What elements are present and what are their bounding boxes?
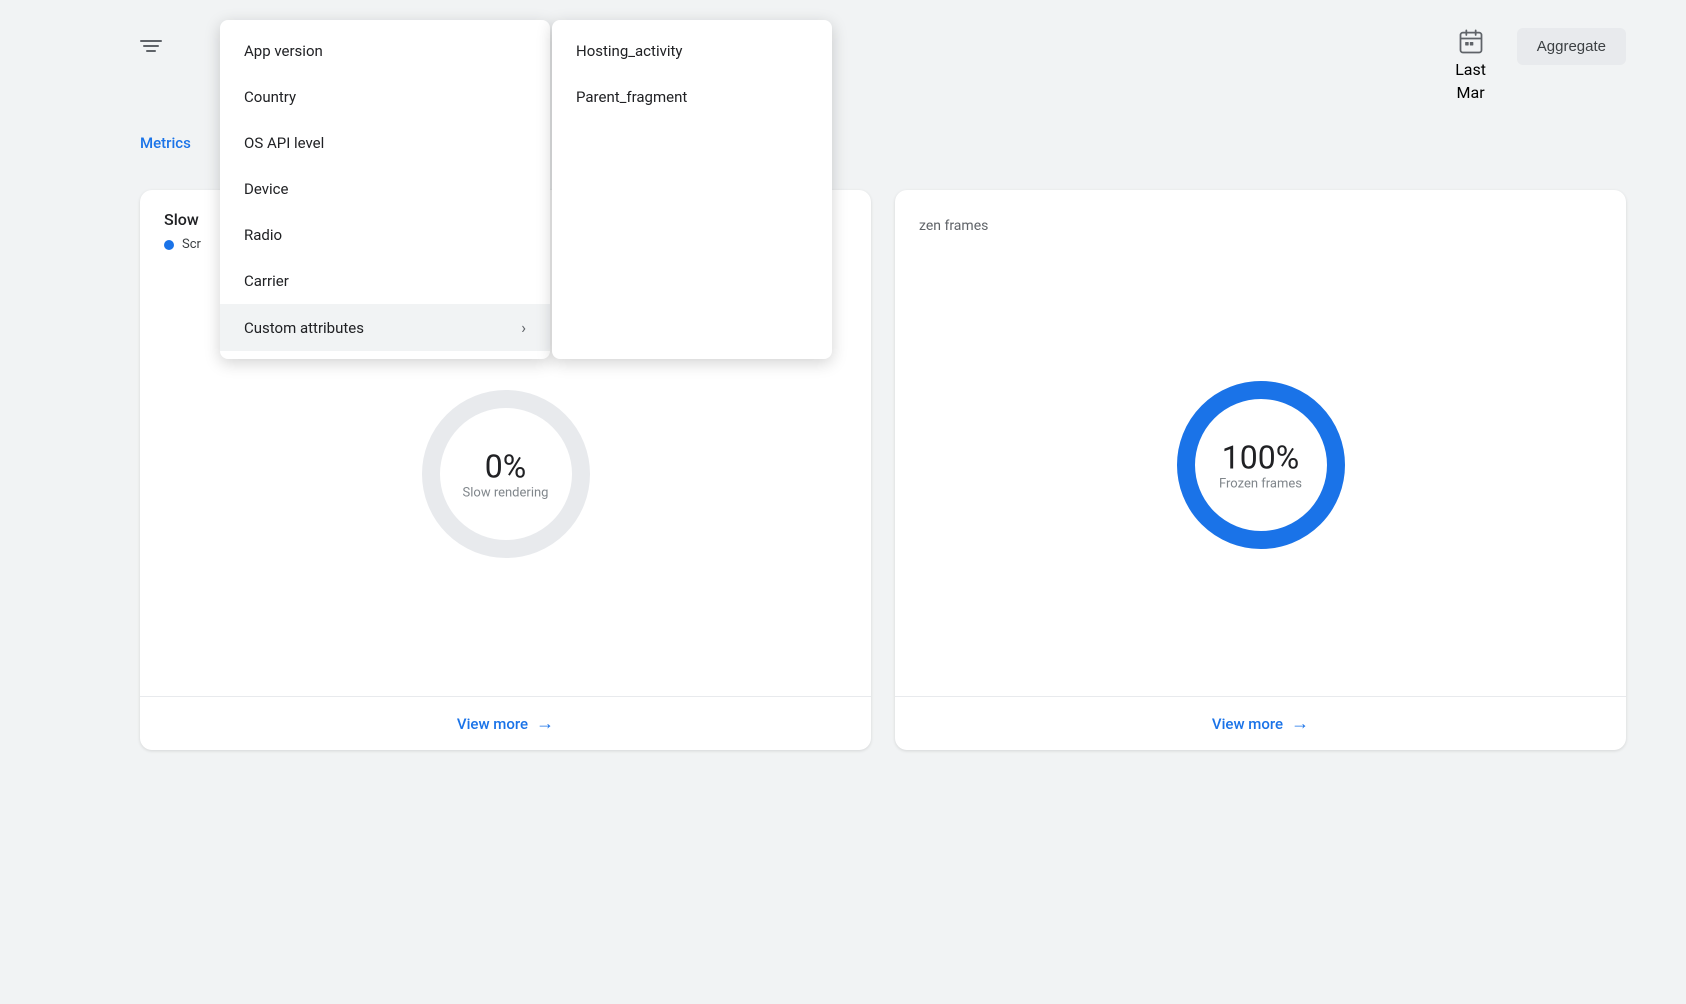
date-area: Last Mar xyxy=(1455,28,1486,102)
frozen-frames-footer: View more → xyxy=(895,696,1626,750)
frozen-view-more-link[interactable]: View more → xyxy=(1212,713,1309,734)
dropdown-item-radio[interactable]: Radio xyxy=(220,212,550,258)
dot-slow xyxy=(164,240,174,250)
dropdown-item-carrier[interactable]: Carrier xyxy=(220,258,550,304)
chevron-right-icon: › xyxy=(521,318,526,337)
slow-rendering-footer: View more → xyxy=(140,696,871,750)
filter-icon-area[interactable] xyxy=(140,40,162,52)
aggregate-button[interactable]: Aggregate xyxy=(1517,28,1626,65)
date-sub-label: Mar xyxy=(1457,83,1485,102)
date-label: Last xyxy=(1455,60,1486,79)
slow-percent: 0% xyxy=(463,448,549,486)
dropdown-item-hosting-activity[interactable]: Hosting_activity xyxy=(552,28,832,74)
calendar-icon xyxy=(1457,28,1485,56)
frozen-frames-card: zen frames 100% Frozen frames View more xyxy=(895,190,1626,750)
frozen-chart-label: Frozen frames xyxy=(1219,477,1302,492)
frozen-frames-donut: 100% Frozen frames xyxy=(1161,365,1361,565)
dropdown-item-app-version[interactable]: App version xyxy=(220,28,550,74)
custom-attributes-label: Custom attributes xyxy=(244,319,364,337)
frozen-frames-subtitle: zen frames xyxy=(919,218,1602,234)
dropdown-item-os-api-level[interactable]: OS API level xyxy=(220,120,550,166)
slow-chart-label: Slow rendering xyxy=(463,486,549,501)
subtitle-text-slow: Scr xyxy=(182,237,201,252)
frozen-arrow-right-icon: → xyxy=(1291,713,1309,734)
dropdown-item-custom-attributes[interactable]: Custom attributes › xyxy=(220,304,550,351)
dropdown-item-device[interactable]: Device xyxy=(220,166,550,212)
dropdown-item-country[interactable]: Country xyxy=(220,74,550,120)
filter-icon[interactable] xyxy=(140,40,162,52)
slow-rendering-center: 0% Slow rendering xyxy=(463,448,549,501)
dropdown-overlay: App version Country OS API level Device … xyxy=(220,20,832,359)
slow-rendering-donut: 0% Slow rendering xyxy=(406,374,606,574)
frozen-view-more-label: View more xyxy=(1212,715,1283,733)
card-header-frozen: zen frames xyxy=(895,190,1626,234)
slow-arrow-right-icon: → xyxy=(536,713,554,734)
frozen-frames-center: 100% Frozen frames xyxy=(1219,439,1302,492)
metrics-label: Metrics xyxy=(140,134,191,152)
frozen-label-top: zen frames xyxy=(919,218,988,234)
slow-view-more-link[interactable]: View more → xyxy=(457,713,554,734)
frozen-frames-chart-area: 100% Frozen frames xyxy=(895,234,1626,696)
dropdown-secondary: Hosting_activity Parent_fragment xyxy=(552,20,832,359)
dropdown-primary: App version Country OS API level Device … xyxy=(220,20,550,359)
slow-view-more-label: View more xyxy=(457,715,528,733)
frozen-percent: 100% xyxy=(1219,439,1302,477)
dropdown-item-parent-fragment[interactable]: Parent_fragment xyxy=(552,74,832,120)
